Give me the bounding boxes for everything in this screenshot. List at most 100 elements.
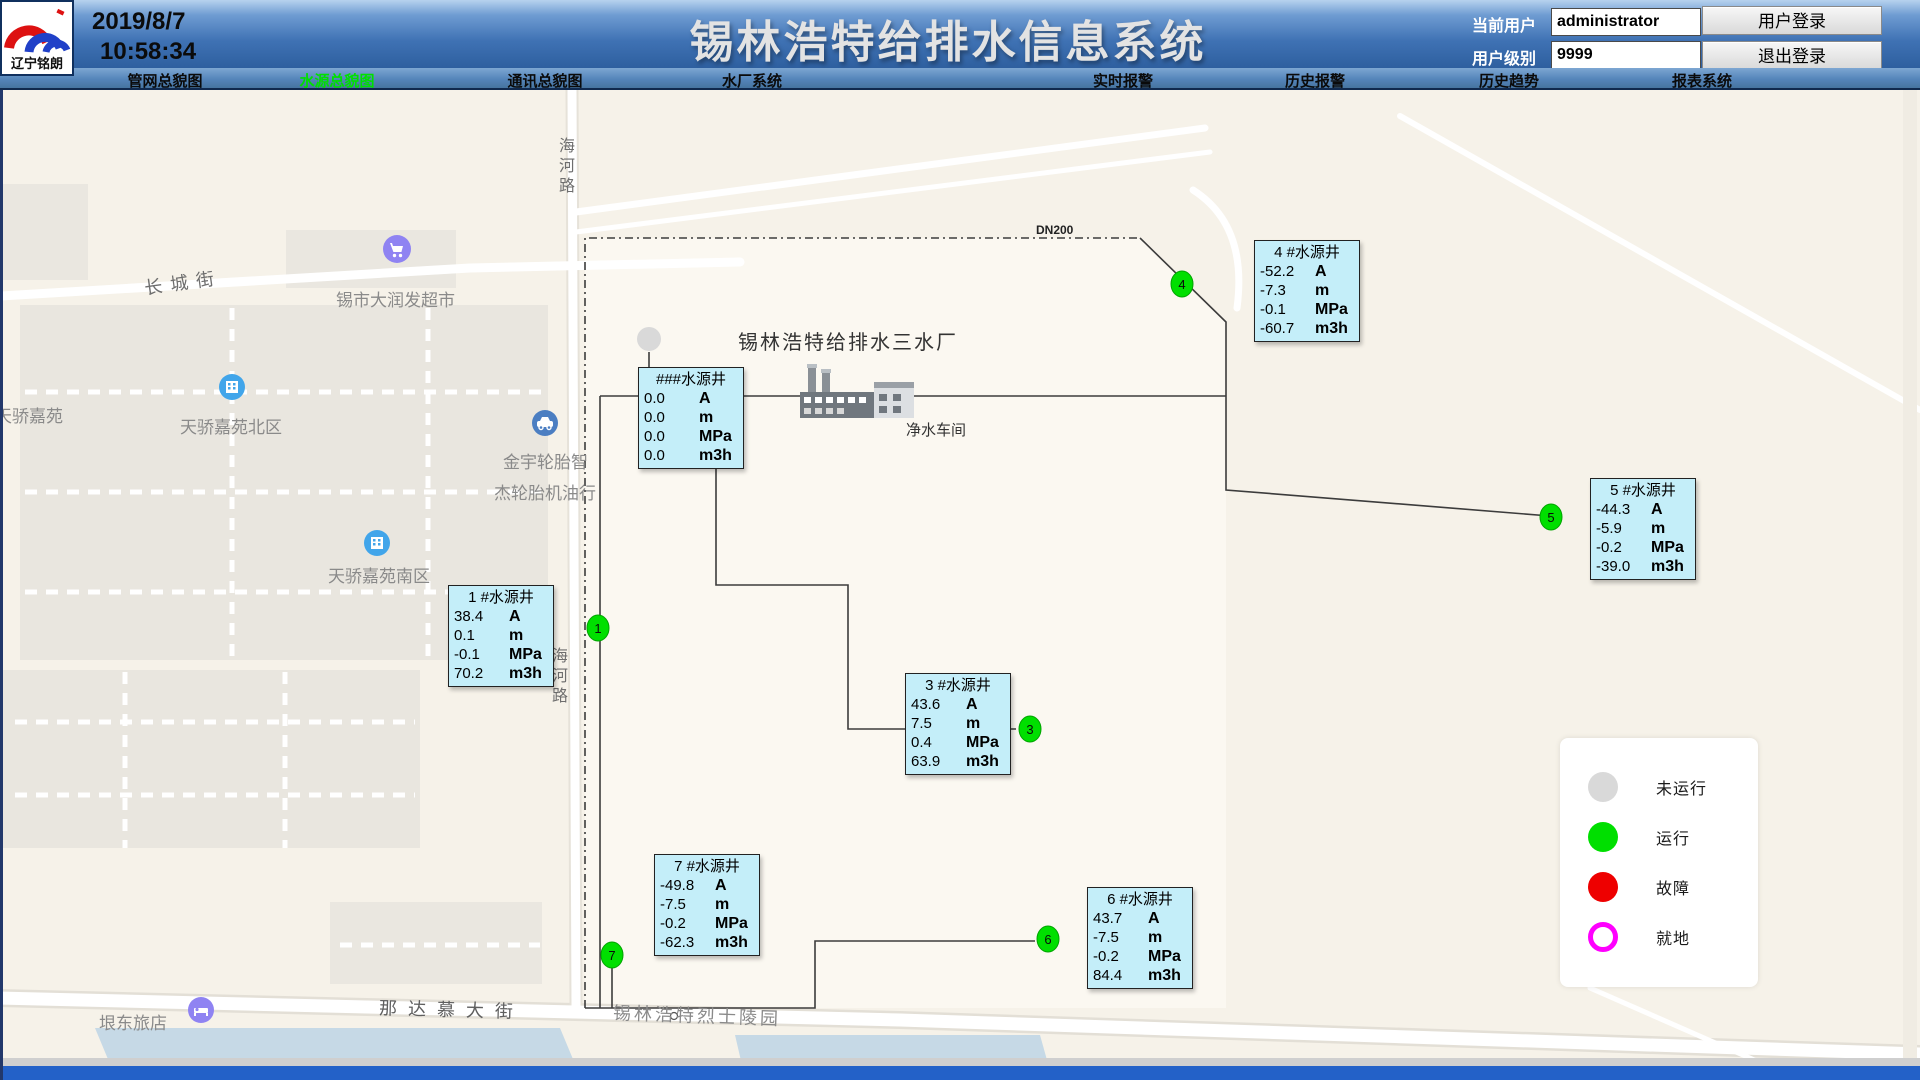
well-value: 7.5 [911,714,966,733]
well-measurement-row: -62.3m3h [655,933,759,952]
nav-item-3[interactable]: 通讯总貌图 [507,70,582,91]
well-box-title: 6 #水源井 [1088,890,1192,909]
well-unit: A [699,389,711,408]
well-unit: m3h [509,664,542,683]
well-value: 43.6 [911,695,966,714]
nav-item-7[interactable]: 历史趋势 [1479,70,1539,91]
well-marker-number: 7 [608,948,615,963]
well-measurement-row: 0.4MPa [906,733,1010,752]
well-unit: MPa [715,914,748,933]
well-value: 0.1 [454,626,509,645]
nav-item-2[interactable]: 水源总貌图 [299,70,374,91]
well-measurement-row: -39.0m3h [1591,557,1695,576]
well-value: -0.2 [660,914,715,933]
well-unit: A [509,607,521,626]
well-measurement-row: 63.9m3h [906,752,1010,771]
header-bar: 2019/8/7 10:58:34 锡林浩特给排水信息系统 当前用户 用户级别 … [0,0,1920,69]
well-unit: A [966,695,978,714]
well-unit: m3h [1651,557,1684,576]
residence-south-icon[interactable] [363,529,391,557]
well-value: 84.4 [1093,966,1148,985]
well-marker-xxx[interactable] [637,327,661,351]
nav-item-5[interactable]: 实时报警 [1093,70,1153,91]
well-value: -62.3 [660,933,715,952]
legend-item-not_running: 未运行 [1560,762,1758,812]
well-unit: m3h [715,933,748,952]
well-box-6: 6 #水源井43.7A-7.5m-0.2MPa84.4m3h [1087,887,1193,989]
legend-swatch-running [1588,822,1618,852]
map-blocks [3,184,548,984]
well-value: 43.7 [1093,909,1148,928]
nav-item-6[interactable]: 历史报警 [1285,70,1345,91]
legend-item-local: 就地 [1560,912,1758,962]
well-value: -39.0 [1596,557,1651,576]
well-measurement-row: 38.4A [449,607,553,626]
legend-label: 运行 [1656,825,1690,849]
street-label-haihe-top: 海河路 [552,137,576,197]
user-level-input[interactable] [1551,41,1701,69]
well-unit: A [1315,262,1327,281]
nav-item-1[interactable]: 管网总貌图 [127,70,202,91]
well-box-7: 7 #水源井-49.8A-7.5m-0.2MPa-62.3m3h [654,854,760,956]
well-measurement-row: 0.0m3h [639,446,743,465]
tire-shop-icon[interactable] [531,409,559,437]
legend-item-running: 运行 [1560,812,1758,862]
well-value: -0.1 [1260,300,1315,319]
well-box-xxx: ###水源井0.0A0.0m0.0MPa0.0m3h [638,367,744,469]
legend-label: 未运行 [1656,775,1707,799]
well-unit: m [715,895,729,914]
well-unit: A [1651,500,1663,519]
well-box-5: 5 #水源井-44.3A-5.9m-0.2MPa-39.0m3h [1590,478,1696,580]
login-button[interactable]: 用户登录 [1702,6,1882,35]
place-label-tire-shop-1: 金宇轮胎智 [503,448,588,473]
well-box-title: 3 #水源井 [906,676,1010,695]
residence-north-icon[interactable] [218,373,246,401]
well-box-1: 1 #水源井38.4A0.1m-0.1MPa70.2m3h [448,585,554,687]
well-unit: A [715,876,727,895]
well-value: 63.9 [911,752,966,771]
well-box-title: 1 #水源井 [449,588,553,607]
place-label-tianjiao-south: 天骄嘉苑南区 [328,562,430,587]
place-label-supermarket: 锡市大润发超市 [336,286,455,311]
well-unit: m [1148,928,1162,947]
current-user-input[interactable] [1551,8,1701,36]
well-value: 0.0 [644,408,699,427]
well-unit: MPa [1315,300,1348,319]
well-box-title: 5 #水源井 [1591,481,1695,500]
supermarket-icon[interactable] [381,233,413,265]
bottom-divider [3,1058,1920,1066]
well-box-title: 7 #水源井 [655,857,759,876]
well-measurement-row: -7.5m [1088,928,1192,947]
well-measurement-row: -0.2MPa [1088,947,1192,966]
well-measurement-row: -60.7m3h [1255,319,1359,338]
well-measurement-row: -5.9m [1591,519,1695,538]
well-value: -7.5 [1093,928,1148,947]
current-time: 10:58:34 [100,38,196,66]
well-unit: m [699,408,713,427]
current-user-label: 当前用户 [1472,12,1552,36]
well-measurement-row: 43.6A [906,695,1010,714]
nav-item-4[interactable]: 水厂系统 [722,70,782,91]
hotel-icon[interactable] [187,996,215,1024]
well-unit: m [509,626,523,645]
well-unit: MPa [1148,947,1181,966]
nav-item-8[interactable]: 报表系统 [1672,70,1732,91]
well-unit: MPa [509,645,542,664]
legend-item-fault: 故障 [1560,862,1758,912]
bottom-bar [3,1066,1920,1080]
legend-label: 就地 [1656,925,1690,949]
well-box-4: 4 #水源井-52.2A-7.3m-0.1MPa-60.7m3h [1254,240,1360,342]
well-marker-number: 5 [1547,510,1554,525]
well-measurement-row: 0.0MPa [639,427,743,446]
map-area[interactable]: DN200 134567 长城街 海河路 海河路 那达慕大街 锡市大润发超市 [0,90,1920,1080]
well-value: 70.2 [454,664,509,683]
legend-swatch-local [1588,922,1618,952]
well-unit: m3h [1148,966,1181,985]
well-measurement-row: 7.5m [906,714,1010,733]
logout-button[interactable]: 退出登录 [1702,41,1882,70]
well-measurement-row: -0.1MPa [449,645,553,664]
place-label-tianjiao: 天骄嘉苑 [0,402,63,427]
well-value: 0.4 [911,733,966,752]
well-marker-number: 3 [1026,722,1033,737]
well-measurement-row: 43.7A [1088,909,1192,928]
